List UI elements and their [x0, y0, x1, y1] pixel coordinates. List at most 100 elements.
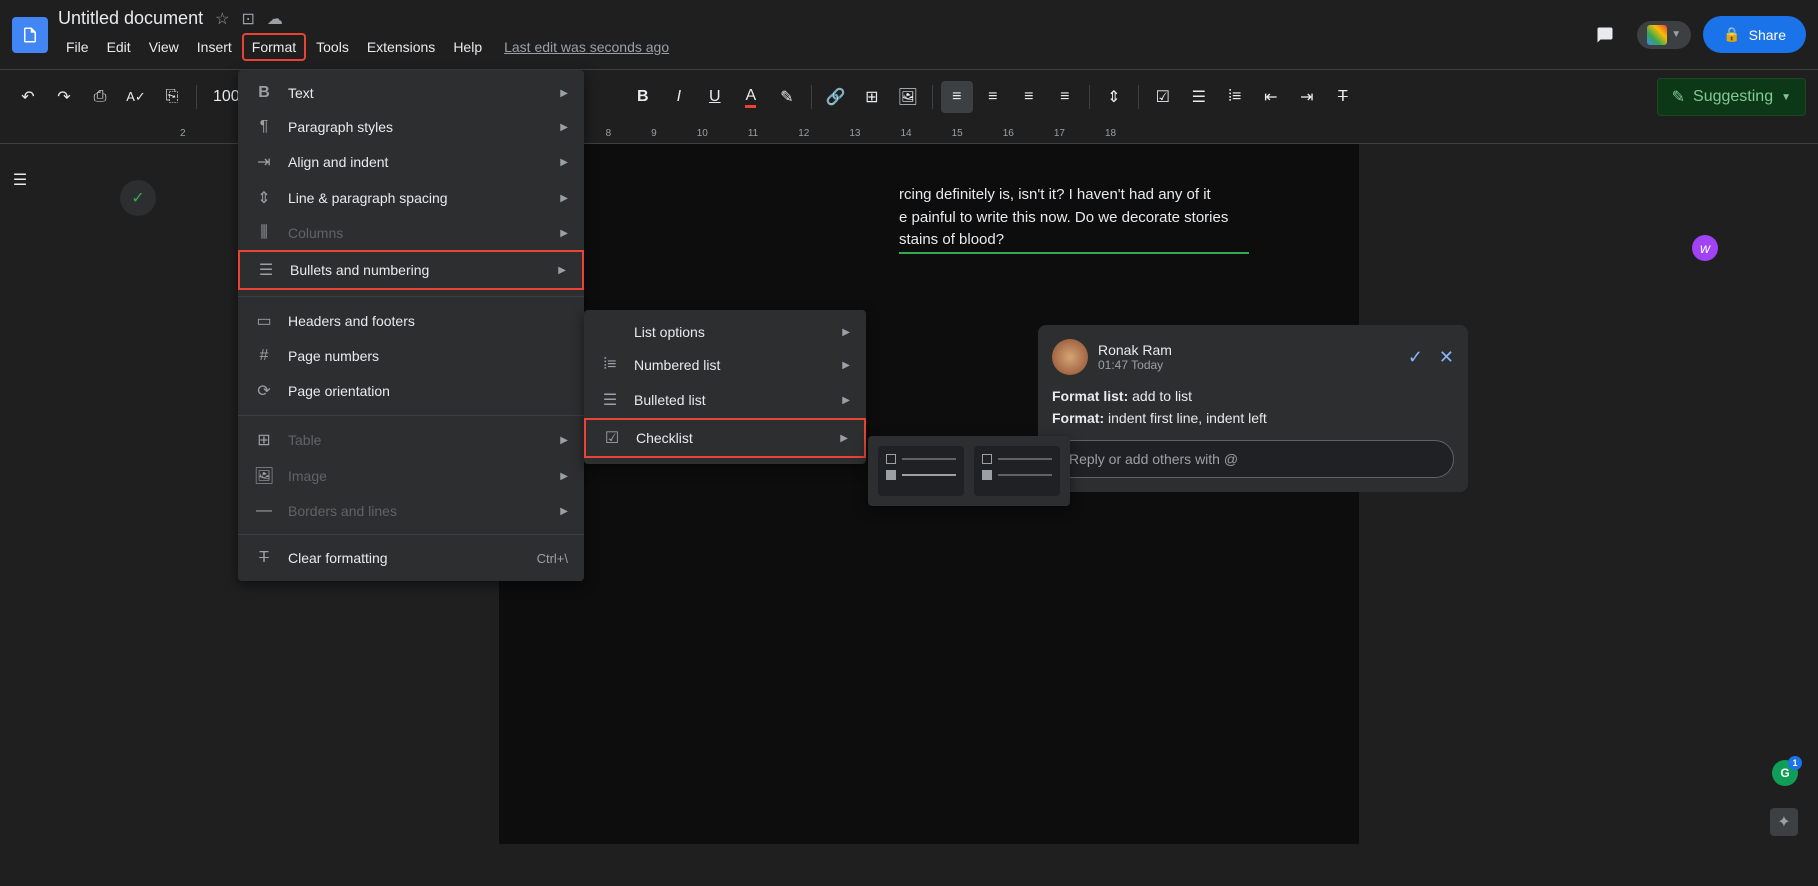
underline-button[interactable]: U: [699, 81, 731, 113]
numbered-list-icon: ⦙≡: [600, 356, 620, 374]
grammarly-badge[interactable]: G: [1772, 760, 1798, 786]
format-dropdown: B Text ▶ ¶ Paragraph styles ▶ ⇥ Align an…: [238, 70, 584, 581]
print-button[interactable]: ⎙: [84, 81, 116, 113]
move-icon[interactable]: ⊡: [241, 9, 254, 29]
docs-logo-icon[interactable]: [12, 17, 48, 53]
submenu-checklist[interactable]: ☑ Checklist ▶: [584, 418, 866, 458]
submenu-arrow-icon: ▶: [560, 122, 568, 133]
lock-icon: 🔒: [1723, 26, 1740, 43]
format-table[interactable]: ⊞ Table ▶: [238, 422, 584, 458]
close-comment-button[interactable]: ✕: [1439, 347, 1454, 368]
orientation-icon: ⟳: [254, 381, 274, 401]
submenu-arrow-icon: ▶: [560, 228, 568, 239]
share-button[interactable]: 🔒 Share: [1703, 16, 1806, 53]
share-label: Share: [1749, 27, 1786, 43]
increase-indent-button[interactable]: ⇥: [1291, 81, 1323, 113]
numbered-list-button[interactable]: ⦙≡: [1219, 81, 1251, 113]
format-line-spacing[interactable]: ⇕ Line & paragraph spacing ▶: [238, 180, 584, 216]
paragraph-icon: ¶: [254, 118, 274, 136]
last-edit-link[interactable]: Last edit was seconds ago: [504, 39, 669, 55]
line-spacing-icon: ⇕: [254, 188, 274, 208]
align-justify-button[interactable]: ≡: [1049, 81, 1081, 113]
submenu-arrow-icon: ▶: [558, 265, 566, 276]
align-center-button[interactable]: ≡: [977, 81, 1009, 113]
submenu-bulleted-list[interactable]: ☰ Bulleted list ▶: [584, 382, 866, 418]
spellcheck-button[interactable]: A✓: [120, 81, 152, 113]
bulleted-list-icon: ☰: [600, 390, 620, 410]
title-area: Untitled document ☆ ⊡ ☁ File Edit View I…: [58, 8, 1575, 61]
line-icon: —: [254, 502, 274, 520]
editing-mode-button[interactable]: ✎ Suggesting ▼: [1657, 78, 1806, 116]
document-title[interactable]: Untitled document: [58, 8, 203, 29]
menu-format[interactable]: Format: [242, 33, 306, 61]
line-spacing-button[interactable]: ⇕: [1098, 81, 1130, 113]
reply-input[interactable]: Reply or add others with @: [1052, 440, 1454, 478]
header-footer-icon: ▭: [254, 311, 274, 331]
checklist-button[interactable]: ☑: [1147, 81, 1179, 113]
format-align-indent[interactable]: ⇥ Align and indent ▶: [238, 144, 584, 180]
meet-button[interactable]: ▼: [1637, 21, 1691, 49]
clear-format-button[interactable]: T: [1327, 81, 1359, 113]
format-image[interactable]: 🖼 Image ▶: [238, 458, 584, 494]
bold-icon: B: [254, 84, 274, 102]
menu-insert[interactable]: Insert: [189, 35, 240, 59]
submenu-arrow-icon: ▶: [560, 193, 568, 204]
format-page-numbers[interactable]: # Page numbers: [238, 339, 584, 373]
menu-view[interactable]: View: [141, 35, 187, 59]
comment-user-name: Ronak Ram: [1098, 342, 1398, 358]
left-sidebar: ☰: [0, 144, 40, 885]
checklist-style-1[interactable]: [878, 446, 964, 496]
format-columns[interactable]: ⫼ Columns ▶: [238, 216, 584, 250]
submenu-numbered-list[interactable]: ⦙≡ Numbered list ▶: [584, 348, 866, 382]
collaborator-badge[interactable]: w: [1692, 235, 1718, 261]
doc-line-1: rcing definitely is, isn't it? I haven't…: [899, 184, 1299, 207]
format-paragraph-styles[interactable]: ¶ Paragraph styles ▶: [238, 110, 584, 144]
resolve-button[interactable]: ✓: [1408, 347, 1423, 368]
format-borders-lines[interactable]: — Borders and lines ▶: [238, 494, 584, 528]
check-badge[interactable]: ✓: [120, 180, 156, 216]
star-icon[interactable]: ☆: [215, 9, 229, 29]
add-comment-button[interactable]: ⊞: [856, 81, 888, 113]
menu-edit[interactable]: Edit: [99, 35, 139, 59]
bulleted-list-button[interactable]: ☰: [1183, 81, 1215, 113]
link-button[interactable]: 🔗: [820, 81, 852, 113]
comment-history-icon[interactable]: [1585, 15, 1625, 55]
explore-button[interactable]: ✦: [1770, 808, 1798, 836]
submenu-arrow-icon: ▶: [560, 435, 568, 446]
italic-button[interactable]: I: [663, 81, 695, 113]
cloud-icon[interactable]: ☁: [267, 9, 283, 29]
submenu-arrow-icon: ▶: [842, 360, 850, 371]
bold-button[interactable]: B: [627, 81, 659, 113]
comment-timestamp: 01:47 Today: [1098, 358, 1398, 372]
format-clear-formatting[interactable]: T Clear formatting Ctrl+\: [238, 541, 584, 575]
redo-button[interactable]: ↷: [48, 81, 80, 113]
checklist-style-2[interactable]: [974, 446, 1060, 496]
format-bullets-numbering[interactable]: ☰ Bullets and numbering ▶: [238, 250, 584, 290]
suggesting-label: Suggesting: [1693, 88, 1773, 106]
decrease-indent-button[interactable]: ⇤: [1255, 81, 1287, 113]
doc-line-3: stains of blood?: [899, 231, 1004, 248]
undo-button[interactable]: ↶: [12, 81, 44, 113]
image-icon: 🖼: [254, 466, 274, 486]
format-text[interactable]: B Text ▶: [238, 76, 584, 110]
insert-image-button[interactable]: 🖼: [892, 81, 924, 113]
align-right-button[interactable]: ≡: [1013, 81, 1045, 113]
outline-icon[interactable]: ☰: [4, 164, 36, 196]
menu-tools[interactable]: Tools: [308, 35, 357, 59]
indent-icon: ⇥: [254, 152, 274, 172]
submenu-arrow-icon: ▶: [842, 395, 850, 406]
submenu-arrow-icon: ▶: [560, 471, 568, 482]
doc-line-2: e painful to write this now. Do we decor…: [899, 207, 1299, 230]
menu-help[interactable]: Help: [445, 35, 490, 59]
menu-extensions[interactable]: Extensions: [359, 35, 443, 59]
text-color-button[interactable]: A: [735, 81, 767, 113]
highlight-button[interactable]: ✎: [771, 81, 803, 113]
pencil-icon: ✎: [1672, 87, 1685, 107]
paint-format-button[interactable]: ⎘: [156, 81, 188, 113]
table-icon: ⊞: [254, 430, 274, 450]
format-page-orientation[interactable]: ⟳ Page orientation: [238, 373, 584, 409]
submenu-list-options[interactable]: List options ▶: [584, 316, 866, 348]
format-headers-footers[interactable]: ▭ Headers and footers: [238, 303, 584, 339]
menu-file[interactable]: File: [58, 35, 97, 59]
align-left-button[interactable]: ≡: [941, 81, 973, 113]
